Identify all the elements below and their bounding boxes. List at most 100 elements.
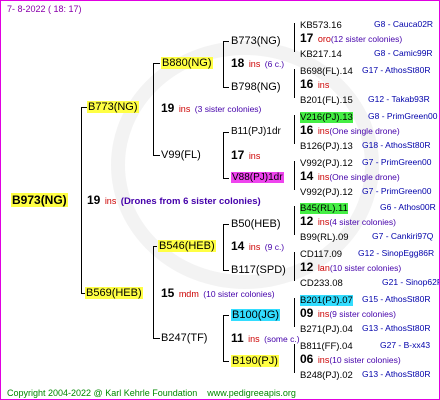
gen4-entry[interactable]: V216(PJ).13 G8 - PrimGreen00 [300,110,437,124]
connector [153,63,160,64]
gen3-name: B11(PJ)1dr [231,126,281,137]
gen1-upper-note: (3 sister colonies) [194,104,262,114]
gen4-info: G12 - Takab93R [368,94,430,104]
gen3-info: 12 ins(4 sister colonies) [300,215,396,228]
gen4-name: B99(RL).09 [300,232,349,243]
gen3-queen[interactable]: B117(SPD) [231,264,286,276]
gen4-info: G8 - PrimGreen00 [368,111,438,121]
gen3-note: (12 sister colonies) [330,34,403,44]
gen3-ins: ins [317,217,330,227]
connector [153,246,157,247]
gen4-name: V992(PJ).12 [300,187,353,198]
connector [294,115,295,144]
gen4-entry[interactable]: KB573.16 G8 - Cauca02R [300,18,433,32]
connector [223,270,229,271]
gen3-num: 17 [300,31,314,45]
gen4-entry[interactable]: B45(RL).11 G6 - Athos00R [300,201,436,215]
gen3-name: B190(PJ) [231,355,279,367]
connector [223,178,229,179]
gen3-queen[interactable]: V88(PJ)1dr [231,172,284,184]
connector [223,132,224,178]
gen3-note: (One single drone) [329,126,400,136]
gen2-b546[interactable]: B546(HEB) [158,240,216,252]
print-date: 7- 8-2022 ( 18: 17) [7,4,82,14]
gen1-upper-ins: ins [178,104,191,114]
gen3-ins: oro [317,34,331,44]
gen3-queen[interactable]: B11(PJ)1dr [231,126,281,138]
connector [223,361,229,362]
gen4-entry[interactable]: B99(RL).09 G7 - Cankiri97Q [300,230,433,244]
gen1-upper-name: B773(NG) [87,101,139,113]
gen4-entry[interactable]: B201(FL).15 G12 - Takab93R [300,93,430,107]
gen1-upper[interactable]: B773(NG) [87,101,139,113]
root-note: (Drones from 6 sister colonies) [120,196,261,207]
connector [294,344,295,373]
gen2-b880-info: 18 ins (6 c.) [231,57,284,70]
root-num: 19 [87,193,101,207]
gen3-info: 17 oro(12 sister colonies) [300,32,402,45]
gen3-num: 16 [300,123,314,137]
gen4-entry[interactable]: KB217.14 G8 - Camic99R [300,47,433,61]
gen3-name: B50(HEB) [231,218,281,230]
gen2-b880-num: 18 [231,56,245,70]
gen3-queen[interactable]: B50(HEB) [231,218,281,230]
gen3-name: B773(NG) [231,35,281,47]
gen4-entry[interactable]: V992(PJ).12 G7 - PrimGreen00 [300,156,431,170]
gen3-queen[interactable]: B100(JG) [231,309,281,321]
connector [294,23,295,52]
gen4-info: G17 - AthosSt80R [362,65,431,75]
gen4-name: CD233.08 [300,278,343,289]
gen2-b880[interactable]: B880(NG) [161,57,213,69]
gen3-info: 12 lan(10 sister colonies) [300,261,401,274]
gen2-v99-info: 17 ins [231,149,260,162]
gen4-entry[interactable]: B811(FF).04 G27 - B-xx43 [300,339,430,353]
gen3-queen[interactable]: B190(PJ) [231,355,279,367]
gen4-entry[interactable]: B248(PJ).02 G13 - AthosSt80R [300,368,431,382]
connector-b773 [153,63,154,155]
gen4-entry[interactable]: CD233.08 G21 - Sinop62R [300,276,439,290]
gen2-v99-ins: ins [248,151,261,161]
connector [153,338,160,339]
gen4-entry[interactable]: CD117.09 G12 - SinopEgg86R [300,247,434,261]
gen3-queen[interactable]: B773(NG) [231,35,281,47]
gen4-entry[interactable]: B126(PJ).13 G18 - AthosSt80R [300,139,431,153]
gen4-info: G13 - AthosSt80R [362,369,431,379]
gen4-name: KB217.14 [300,49,342,60]
gen3-note: (10 sister colonies) [329,355,401,365]
connector [223,224,224,270]
gen4-name: B248(PJ).02 [300,370,353,381]
gen4-entry[interactable]: B271(PJ).04 G13 - AthosSt80R [300,322,431,336]
gen1-lower-ins: mdm [178,289,199,299]
footer-site-link[interactable]: www.pedigreeapis.org [207,388,296,398]
connector [294,161,295,190]
gen1-lower-num: 15 [161,286,175,300]
gen4-entry[interactable]: B201(PJ).07 G15 - AthosSt80R [300,293,431,307]
gen4-entry[interactable]: V992(PJ).12 G7 - PrimGreen00 [300,185,431,199]
gen4-name: CD117.09 [300,249,343,260]
gen2-b247[interactable]: B247(TF) [161,332,207,344]
gen4-name: B45(RL).11 [300,203,348,214]
gen3-queen[interactable]: B798(NG) [231,81,281,93]
gen3-ins: ins [317,172,330,182]
connector [223,224,229,225]
gen1-lower[interactable]: B569(HEB) [85,287,143,299]
gen3-num: 09 [300,306,314,320]
gen3-num: 06 [300,352,314,366]
gen2-b546-num: 14 [231,239,245,253]
gen2-b546-name: B546(HEB) [158,240,216,252]
gen3-ins: ins [317,309,330,319]
connector-b569 [153,246,154,338]
connector-root [81,107,82,293]
gen1-lower-note: (10 sister colonies) [203,289,275,299]
gen2-v99[interactable]: V99(FL) [161,149,201,161]
gen4-info: G6 - Athos00R [380,202,436,212]
gen4-name: V992(PJ).12 [300,158,353,169]
gen2-b247-info: 11 ins (some c.) [231,332,300,345]
gen3-note: (4 sister colonies) [329,217,396,227]
root-queen[interactable]: B973(NG) [11,193,68,207]
gen3-ins: ins [317,80,330,90]
gen4-name: B201(FL).15 [300,95,353,106]
connector [223,132,229,133]
gen4-entry[interactable]: B698(FL).14 G17 - AthosSt80R [300,64,431,78]
gen3-info: 09 ins(9 sister colonies) [300,307,396,320]
